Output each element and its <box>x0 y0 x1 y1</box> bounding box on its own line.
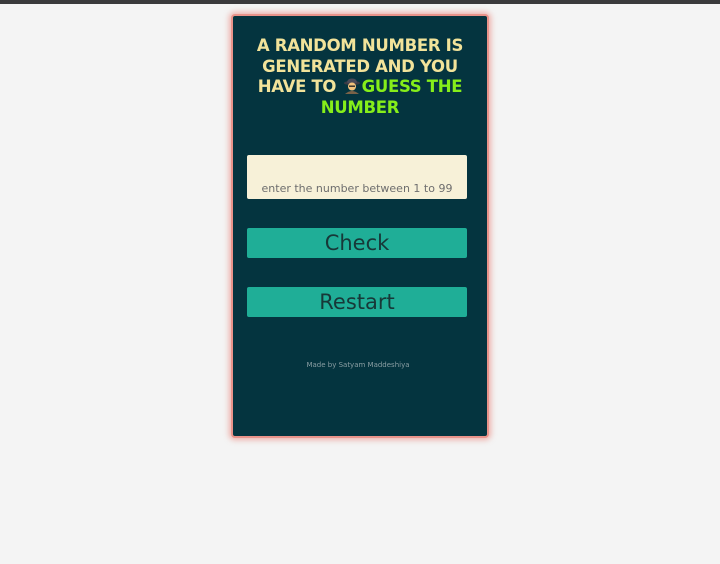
browser-top-bar <box>0 0 720 4</box>
number-input[interactable] <box>247 155 467 199</box>
detective-icon <box>343 78 361 94</box>
game-card: A RANDOM NUMBER IS GENERATED AND YOU HAV… <box>231 14 489 438</box>
restart-button[interactable]: Restart <box>247 287 467 317</box>
game-title: A RANDOM NUMBER IS GENERATED AND YOU HAV… <box>247 36 473 118</box>
credit-text: Made by Satyam Maddeshiya <box>306 361 410 369</box>
check-button[interactable]: Check <box>247 228 467 258</box>
